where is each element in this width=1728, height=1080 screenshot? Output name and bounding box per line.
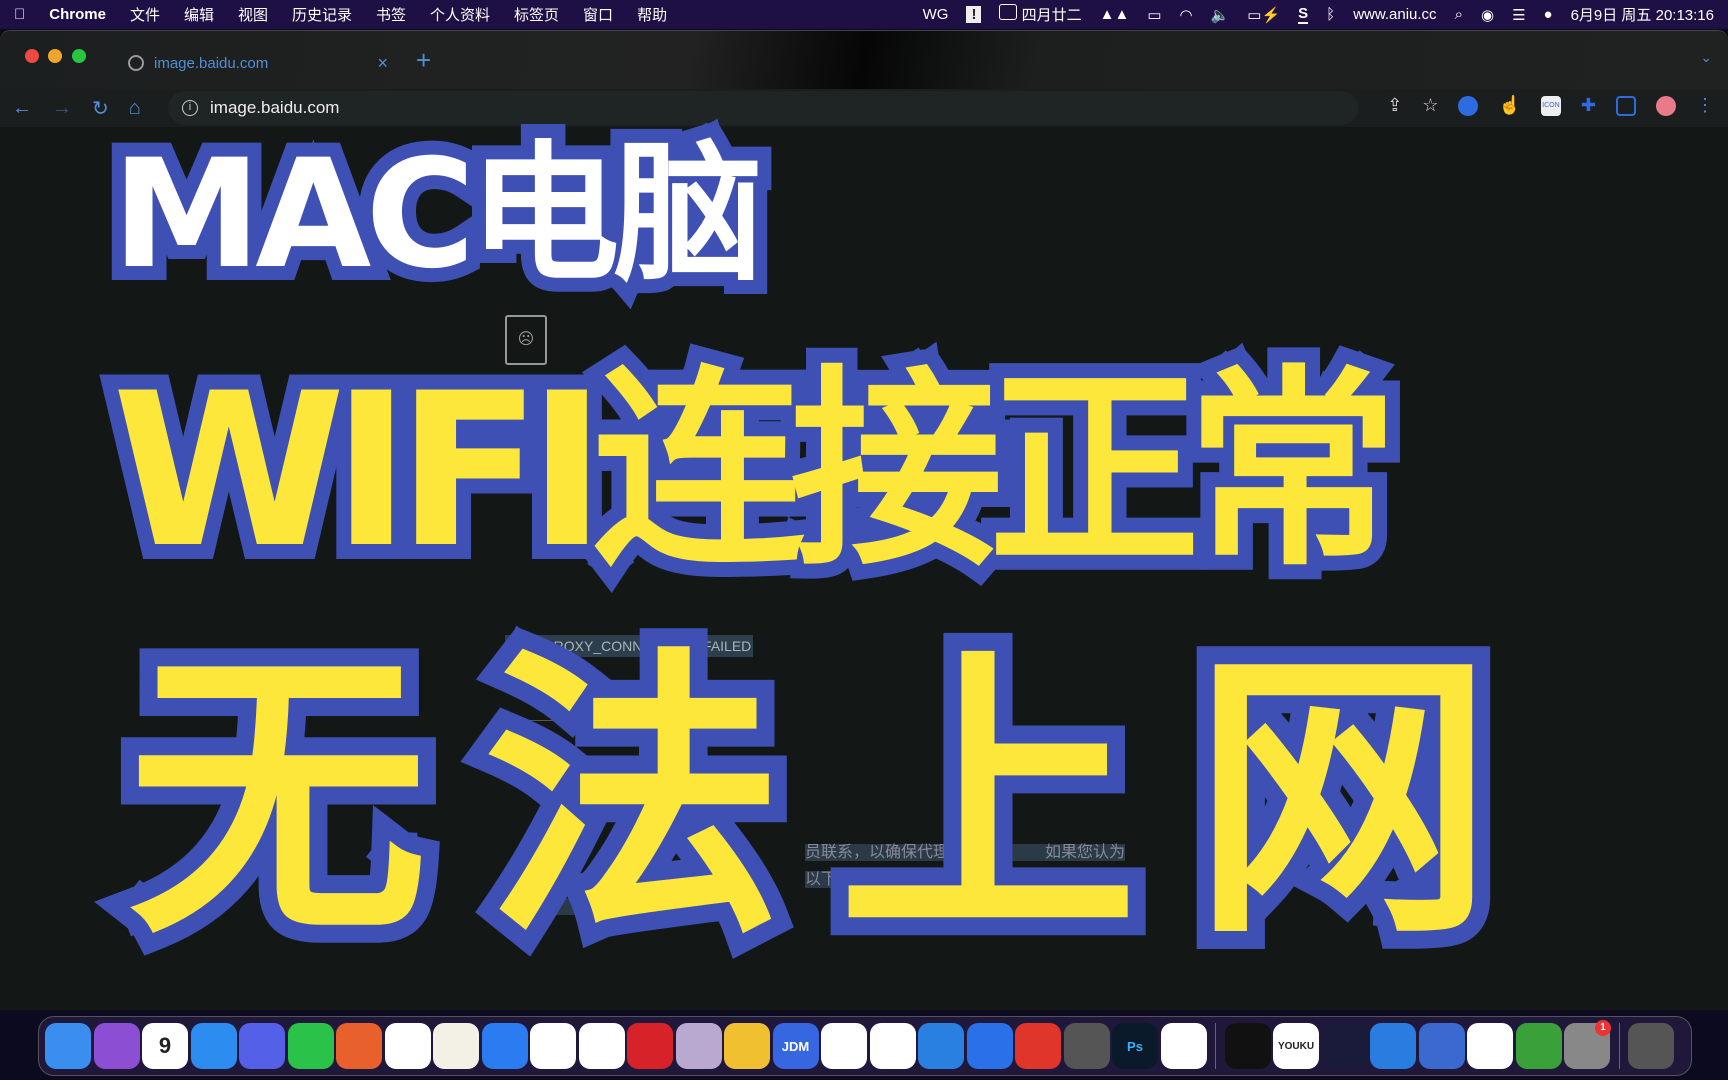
dock-app-ox-icon[interactable] [966, 1023, 1013, 1069]
apple-icon[interactable]:  [14, 6, 25, 23]
dock-ai-app-icon[interactable] [1321, 1023, 1368, 1069]
dock-netease-music-icon[interactable] [627, 1023, 673, 1069]
dock-calculator-icon[interactable] [1063, 1023, 1110, 1069]
dock-feishu-icon[interactable] [481, 1023, 528, 1069]
menu-history[interactable]: 历史记录 [292, 4, 352, 25]
overlay-title-line1: MAC电脑 [98, 126, 777, 304]
menu-edit[interactable]: 编辑 [184, 4, 214, 25]
menu-help[interactable]: 帮助 [637, 4, 667, 25]
dock-moa-icon[interactable] [869, 1023, 916, 1069]
home-icon[interactable]: ⌂ [129, 97, 141, 120]
menu-bookmarks[interactable]: 书签 [376, 4, 406, 25]
battery-icon[interactable]: ▭⚡ [1247, 6, 1280, 24]
tab-bar: image.baidu.com × + ⌄ [0, 31, 1728, 89]
address-bar[interactable]: i image.baidu.com [168, 91, 1358, 125]
s-app-icon[interactable]: S [1298, 5, 1309, 24]
bluetooth-icon[interactable]: ᛒ [1326, 6, 1335, 23]
menu-tabs[interactable]: 标签页 [514, 4, 559, 25]
dock-lanxin-icon[interactable] [1370, 1023, 1416, 1069]
tab-image-baidu[interactable]: image.baidu.com × [118, 43, 398, 83]
wg-status[interactable]: WG [923, 6, 949, 23]
info-icon[interactable]: i [182, 100, 198, 116]
site-label[interactable]: www.aniu.cc [1353, 6, 1436, 23]
icon-extension-icon[interactable]: ICON [1540, 95, 1561, 116]
dock-photoshop-icon[interactable]: Ps [1112, 1023, 1158, 1069]
dock-wps-mark-icon[interactable] [578, 1023, 625, 1069]
share-icon[interactable]: ⇪ [1387, 95, 1402, 116]
dock-jdm-icon[interactable]: JDM [772, 1023, 819, 1069]
siri-icon[interactable]: ● [1544, 6, 1553, 23]
side-panel-icon[interactable] [1616, 95, 1636, 116]
control-center-icon[interactable]: ☰ [1512, 6, 1525, 24]
menu-window[interactable]: 窗口 [583, 4, 613, 25]
menu-view[interactable]: 视图 [238, 4, 268, 25]
alert-icon[interactable]: ! [966, 6, 982, 23]
dock: 9 JDM Ps YOUKU 1 [38, 1016, 1692, 1076]
bookmark-star-icon[interactable]: ☆ [1422, 95, 1438, 116]
dock-wps-icon[interactable] [821, 1023, 867, 1069]
airplay-icon[interactable]: ◠ [1180, 6, 1193, 24]
dock-qq-icon[interactable] [530, 1023, 576, 1069]
new-tab-button[interactable]: + [416, 45, 431, 76]
url-text: image.baidu.com [210, 98, 340, 117]
dock-terminal-icon[interactable] [1224, 1023, 1271, 1069]
dock-finder-icon[interactable] [45, 1023, 91, 1069]
wifi-icon[interactable]: ◉ [1481, 6, 1494, 24]
toolbar: ← → ↻ ⌂ i image.baidu.com ⇪ ☆ ☝ ICON ✚ ⋮ [0, 89, 1728, 127]
dock-chrome-icon[interactable] [1160, 1023, 1207, 1069]
dock-ticktick-icon[interactable] [1467, 1023, 1513, 1069]
extension-c-icon[interactable] [1458, 95, 1479, 116]
forward-icon[interactable]: → [52, 97, 72, 120]
display-icon[interactable]: ▭ [1147, 6, 1161, 24]
dock-cleanmaster-icon[interactable] [1515, 1023, 1562, 1069]
dock-separator [1618, 1023, 1620, 1069]
close-tab-icon[interactable]: × [377, 53, 388, 74]
dock-launchpad-icon[interactable] [675, 1023, 722, 1069]
dock-trash-icon[interactable] [1628, 1023, 1674, 1069]
dock-textedit-icon[interactable] [433, 1023, 479, 1069]
extensions-puzzle-icon[interactable]: ✚ [1581, 95, 1596, 116]
back-icon[interactable]: ← [12, 97, 32, 120]
dock-calendar-icon[interactable]: 9 [142, 1023, 188, 1069]
hand-pointer-icon[interactable]: ☝ [1498, 95, 1520, 116]
dock-wechat-icon[interactable] [287, 1023, 334, 1069]
dock-youku-icon[interactable]: YOUKU [1273, 1023, 1319, 1069]
volume-icon[interactable]: 🔈 [1211, 6, 1230, 24]
globe-icon [128, 55, 144, 71]
minimize-window-button[interactable] [48, 49, 62, 63]
more-menu-icon[interactable]: ⋮ [1696, 95, 1714, 116]
dock-photos-icon[interactable] [724, 1023, 770, 1069]
zoom-window-button[interactable] [72, 49, 86, 63]
dock-downloads-icon[interactable] [93, 1023, 140, 1069]
search-icon[interactable]: ⌕ [1455, 6, 1463, 23]
close-window-button[interactable] [25, 49, 39, 63]
app-status-icon[interactable]: ▲▲ [1100, 6, 1130, 23]
menu-bar:  Chrome 文件 编辑 视图 历史记录 书签 个人资料 标签页 窗口 帮助… [0, 0, 1728, 29]
clock[interactable]: 6月9日 周五 20:13:16 [1571, 4, 1714, 25]
profile-avatar[interactable] [1656, 95, 1676, 116]
dock-quark-icon[interactable] [239, 1023, 285, 1069]
dock-separator [1215, 1023, 1216, 1069]
menu-file[interactable]: 文件 [130, 4, 160, 25]
tab-search-chevron-icon[interactable]: ⌄ [1700, 49, 1712, 66]
overlay-title-line2: WIFI连接正常 [97, 347, 1413, 594]
lunar-calendar[interactable]: 四月廿二 [999, 4, 1082, 25]
reload-icon[interactable]: ↻ [92, 96, 109, 121]
dock-system-settings-icon[interactable]: 1 [1564, 1020, 1611, 1069]
tab-title: image.baidu.com [154, 54, 269, 72]
overlay-title-line3: 无法上网 [110, 625, 1548, 974]
dock-app-bird-icon[interactable] [918, 1023, 964, 1069]
dock-xmind-icon[interactable] [1015, 1023, 1061, 1069]
dock-safari-icon[interactable] [190, 1023, 237, 1069]
dock-baidu-netdisk-icon[interactable] [384, 1023, 431, 1069]
lunar-date: 四月廿二 [1021, 7, 1082, 24]
notification-badge: 1 [1595, 1020, 1611, 1036]
menu-app-name[interactable]: Chrome [49, 6, 106, 23]
dock-remote-desktop-icon[interactable] [1418, 1023, 1465, 1069]
menu-profiles[interactable]: 个人资料 [430, 4, 490, 25]
dock-firefox-icon[interactable] [336, 1023, 382, 1069]
calendar-icon [999, 4, 1018, 20]
